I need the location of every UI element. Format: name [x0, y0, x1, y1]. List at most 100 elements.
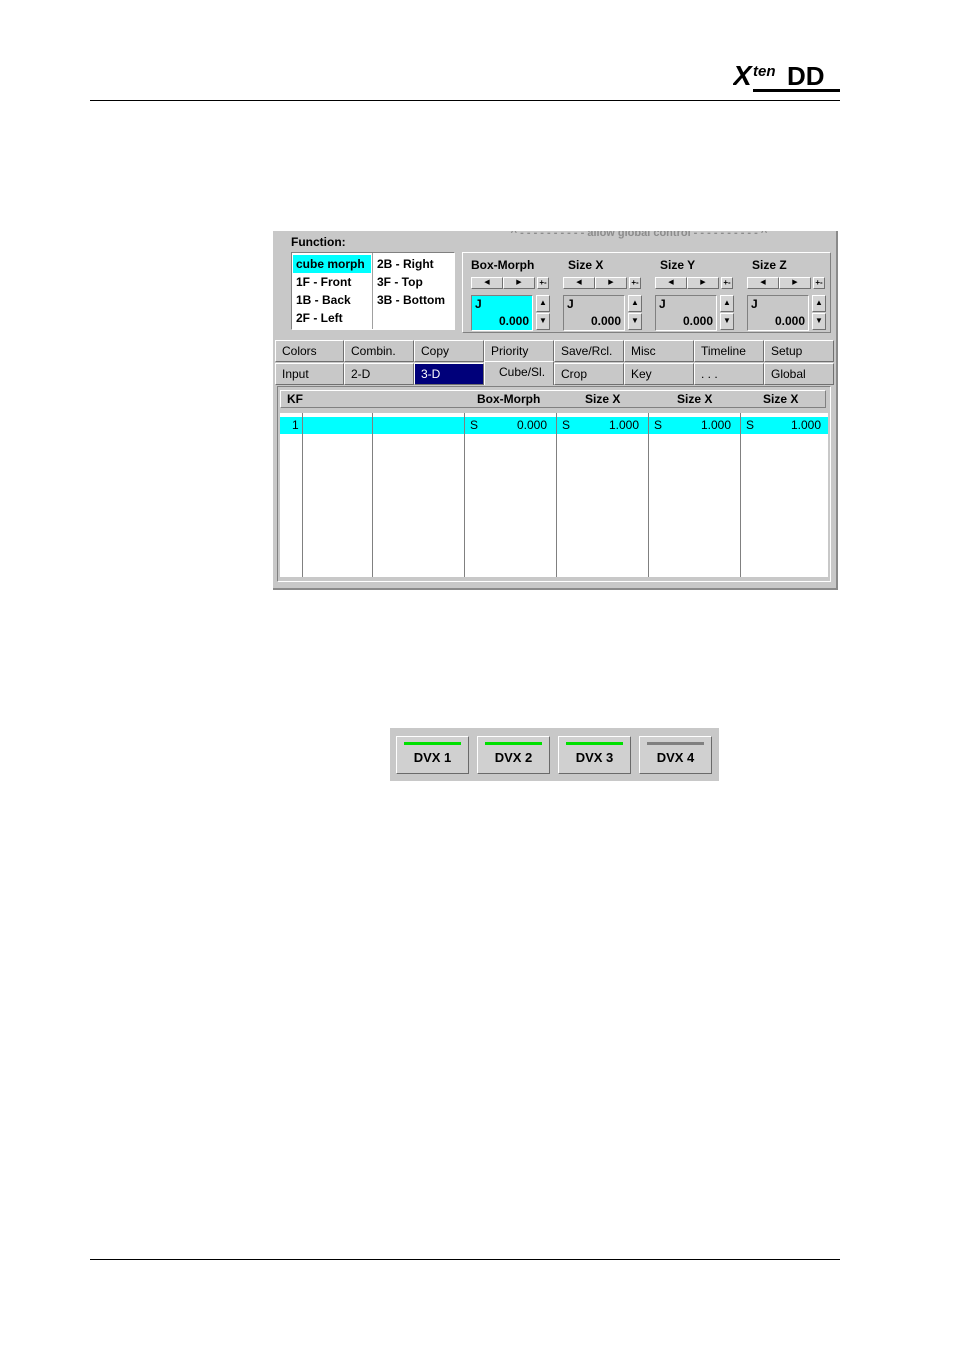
footer-rule	[90, 1259, 840, 1260]
dvx-label: DVX 1	[413, 750, 452, 765]
function-label: Function:	[291, 235, 346, 249]
plus-minus-button[interactable]: +-	[629, 277, 641, 289]
value-number: 0.000	[590, 314, 621, 328]
arrow-right-icon[interactable]: ▶	[595, 277, 627, 289]
control-name: Size Y	[660, 258, 696, 272]
header-kf: KF	[287, 392, 303, 406]
arrow-right-icon[interactable]: ▶	[687, 277, 719, 289]
value-mode: J	[567, 297, 574, 311]
keyframe-table: KF Box-Morph Size X Size X Size X 1 S 0.…	[277, 386, 831, 582]
column-divider	[464, 413, 465, 577]
cell-kf: 1	[292, 418, 299, 432]
value-number: 0.000	[682, 314, 713, 328]
function-item-3b-bottom[interactable]: 3B - Bottom	[374, 291, 454, 309]
tab-2d[interactable]: 2-D	[344, 363, 414, 385]
value-mode: J	[475, 297, 482, 311]
tab-misc[interactable]: Misc	[624, 340, 694, 362]
column-divider	[556, 413, 557, 577]
xten-dd-logo: X ten DD	[733, 60, 840, 92]
value-mode: J	[751, 297, 758, 311]
spin-down-icon[interactable]: ▼	[536, 313, 550, 330]
global-control-label: ^ - - - - - - - - - - allow global contr…	[510, 231, 768, 239]
function-item-2f-left[interactable]: 2F - Left	[293, 309, 371, 327]
dvx-1-button[interactable]: DVX 1	[396, 736, 469, 774]
control-name: Box-Morph	[471, 258, 535, 272]
table-body[interactable]: 1 S 0.000 S 1.000 S 1.000 S 1.000	[280, 413, 828, 577]
table-row[interactable]: 1 S 0.000 S 1.000 S 1.000 S 1.000	[280, 417, 828, 434]
function-item-cube-morph[interactable]: cube morph	[293, 255, 371, 273]
function-list[interactable]: cube morph 1F - Front 1B - Back 2F - Lef…	[291, 252, 455, 330]
value-field[interactable]: J 0.000	[747, 295, 809, 331]
dvx-label: DVX 2	[494, 750, 533, 765]
control-size-z: Size Z ◀ ▶ +- J 0.000 ▲ ▼	[741, 255, 827, 331]
tab-save-rcl[interactable]: Save/Rcl.	[554, 340, 624, 362]
dvx-4-button[interactable]: DVX 4	[639, 736, 712, 774]
plus-minus-button[interactable]: +-	[537, 277, 549, 289]
tab-crop[interactable]: Crop	[554, 363, 624, 385]
header-rule	[90, 100, 840, 101]
dvx-label: DVX 3	[575, 750, 614, 765]
svg-text:X: X	[733, 60, 754, 91]
cube-3d-control-panel: ^ - - - - - - - - - - allow global contr…	[273, 231, 838, 590]
arrow-left-icon[interactable]: ◀	[747, 277, 779, 289]
cell-value: 1.000	[609, 418, 640, 432]
arrow-right-icon[interactable]: ▶	[503, 277, 535, 289]
spin-up-icon[interactable]: ▲	[812, 295, 826, 312]
function-item-3f-top[interactable]: 3F - Top	[374, 273, 454, 291]
column-divider	[372, 413, 373, 577]
arrow-right-icon[interactable]: ▶	[779, 277, 811, 289]
tab-3d[interactable]: 3-D	[414, 363, 484, 385]
value-field[interactable]: J 0.000	[563, 295, 625, 331]
value-mode: J	[659, 297, 666, 311]
tab-copy[interactable]: Copy	[414, 340, 484, 362]
tab-cube-sl[interactable]: Cube/Sl.	[484, 361, 554, 385]
column-divider	[302, 413, 303, 577]
spin-down-icon[interactable]: ▼	[628, 313, 642, 330]
tab-timeline[interactable]: Timeline	[694, 340, 764, 362]
status-indicator	[566, 742, 623, 745]
cell-mode: S	[654, 418, 663, 432]
value-number: 0.000	[774, 314, 805, 328]
tab-priority[interactable]: Priority	[484, 340, 554, 362]
tab-more[interactable]: . . .	[694, 363, 764, 385]
header-size-x-2: Size X	[677, 392, 713, 406]
tab-colors[interactable]: Colors	[275, 340, 344, 362]
dvx-button-bar: DVX 1 DVX 2 DVX 3 DVX 4	[390, 728, 719, 781]
cell-value: 1.000	[701, 418, 732, 432]
tab-global[interactable]: Global	[764, 363, 834, 385]
svg-text:ten: ten	[753, 63, 776, 80]
cell-mode: S	[470, 418, 479, 432]
cell-mode: S	[746, 418, 755, 432]
tab-key[interactable]: Key	[624, 363, 694, 385]
spin-down-icon[interactable]: ▼	[720, 313, 734, 330]
column-divider	[648, 413, 649, 577]
spin-up-icon[interactable]: ▲	[536, 295, 550, 312]
arrow-left-icon[interactable]: ◀	[471, 277, 503, 289]
spin-down-icon[interactable]: ▼	[812, 313, 826, 330]
column-divider	[740, 413, 741, 577]
status-indicator	[647, 742, 704, 745]
arrow-left-icon[interactable]: ◀	[563, 277, 595, 289]
control-size-y: Size Y ◀ ▶ +- J 0.000 ▲ ▼	[649, 255, 735, 331]
spin-up-icon[interactable]: ▲	[720, 295, 734, 312]
tab-combin[interactable]: Combin.	[344, 340, 414, 362]
control-box-morph: Box-Morph ◀ ▶ +- J 0.000 ▲ ▼	[465, 255, 551, 331]
function-item-1f-front[interactable]: 1F - Front	[293, 273, 371, 291]
function-item-2b-right[interactable]: 2B - Right	[374, 255, 454, 273]
status-indicator	[485, 742, 542, 745]
plus-minus-button[interactable]: +-	[813, 277, 825, 289]
value-field[interactable]: J 0.000	[471, 295, 533, 331]
svg-text:DD: DD	[787, 61, 825, 91]
dvx-2-button[interactable]: DVX 2	[477, 736, 550, 774]
dvx-3-button[interactable]: DVX 3	[558, 736, 631, 774]
control-name: Size X	[568, 258, 604, 272]
cell-mode: S	[562, 418, 571, 432]
spin-up-icon[interactable]: ▲	[628, 295, 642, 312]
function-list-divider	[372, 253, 373, 329]
plus-minus-button[interactable]: +-	[721, 277, 733, 289]
tab-setup[interactable]: Setup	[764, 340, 834, 362]
arrow-left-icon[interactable]: ◀	[655, 277, 687, 289]
function-item-1b-back[interactable]: 1B - Back	[293, 291, 371, 309]
tab-input[interactable]: Input	[275, 363, 344, 385]
value-field[interactable]: J 0.000	[655, 295, 717, 331]
